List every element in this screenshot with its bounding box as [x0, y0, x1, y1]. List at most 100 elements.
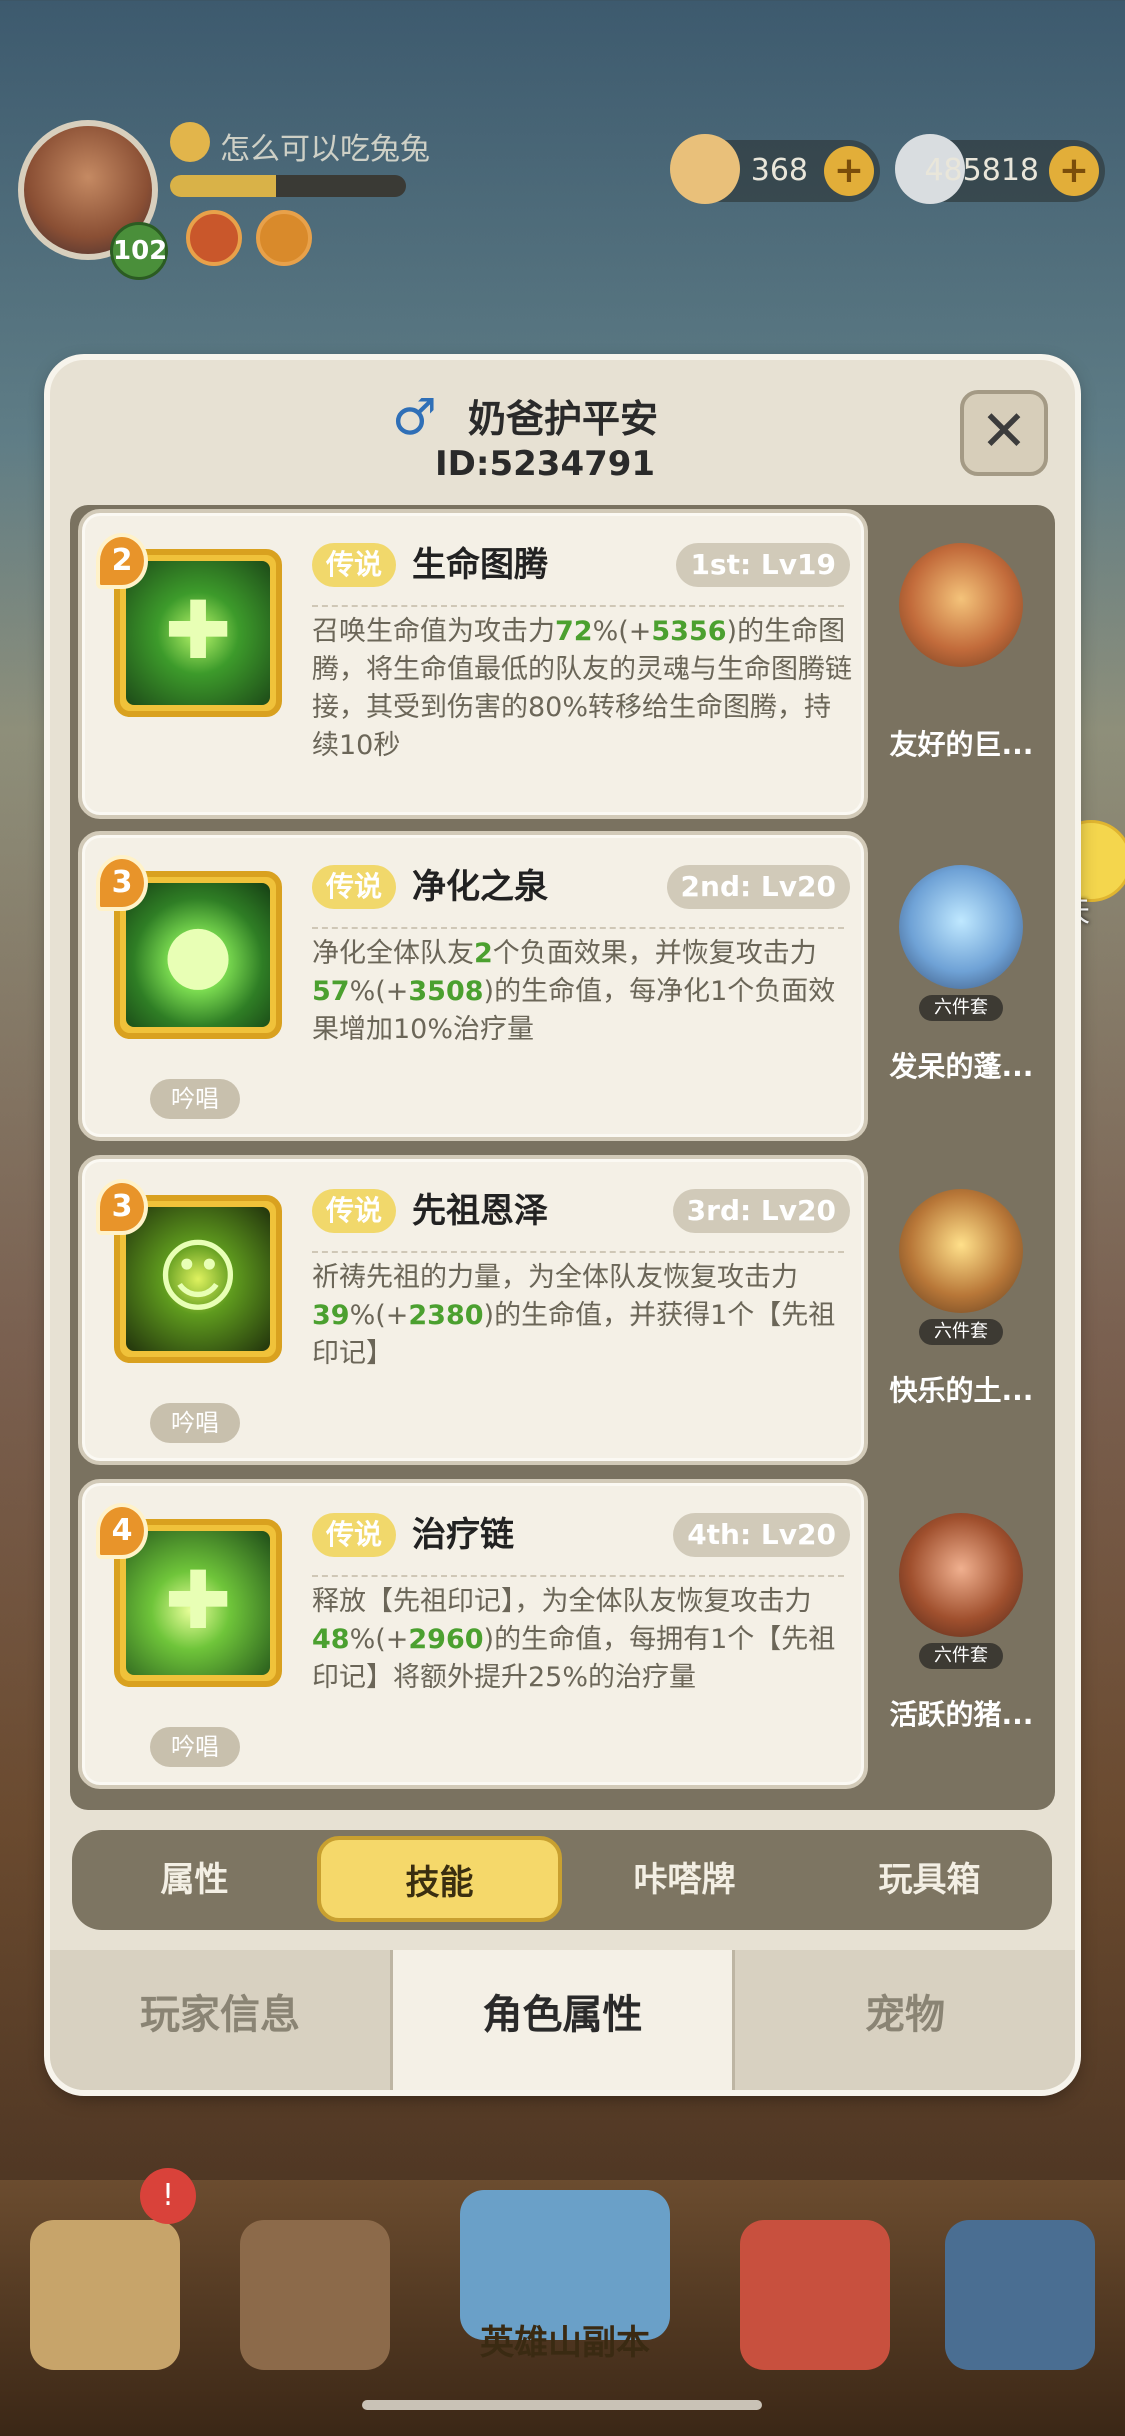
- set-tag: 六件套: [919, 1643, 1003, 1669]
- skill-rank-badge: 4: [96, 1503, 148, 1559]
- rarity-tag: 传说: [312, 1513, 397, 1557]
- sub-tab-bar: 属性 技能 咔嗒牌 玩具箱: [72, 1830, 1052, 1930]
- pet-portrait-icon: [899, 1513, 1023, 1637]
- mood-emoji-icon: [170, 122, 210, 162]
- skill-level: 2nd: Lv20: [666, 865, 850, 909]
- highlight-value: 48: [312, 1624, 350, 1655]
- pet-slot[interactable]: 友好的巨...: [874, 513, 1049, 817]
- highlight-value: 57: [312, 976, 350, 1007]
- skill-row: ✚ 4 吟唱 传说 治疗链 4th: Lv20 释放【先祖印记】，为全体队友恢复…: [70, 1475, 1055, 1795]
- highlight-value: 5356: [651, 616, 727, 647]
- pet-portrait-icon: [899, 543, 1023, 667]
- chant-tag: 吟唱: [150, 1403, 240, 1443]
- set-tag: 六件套: [919, 1319, 1003, 1345]
- pet-name: 友好的巨...: [889, 728, 1034, 761]
- set-tag: 六件套: [919, 995, 1003, 1021]
- bottom-tab-bar: 玩家信息 角色属性 宠物: [50, 1950, 1075, 2090]
- nav-tribe-icon[interactable]: [30, 2220, 180, 2370]
- pet-slot[interactable]: 六件套 发呆的蓬...: [874, 835, 1049, 1139]
- desc-text: %(+: [349, 1624, 409, 1655]
- desc-text: 释放【先祖印记】，为全体队友恢复攻击力: [312, 1586, 812, 1617]
- desc-text: 个负面效果，并恢复攻击力: [492, 938, 817, 969]
- tab-character-attributes[interactable]: 角色属性: [390, 1950, 735, 2090]
- pet-name: 活跃的猪...: [889, 1698, 1034, 1731]
- skill-level: 3rd: Lv20: [672, 1189, 850, 1233]
- skill-level: 1st: Lv19: [676, 543, 850, 587]
- divider: [312, 605, 844, 607]
- skill-description: 召唤生命值为攻击力72%(+5356)的生命图腾，将生命值最低的队友的灵魂与生命…: [312, 613, 852, 765]
- pearl-count: 485818: [924, 153, 1039, 188]
- tab-toybox[interactable]: 玩具箱: [807, 1830, 1052, 1930]
- skill-card[interactable]: ● 3 吟唱 传说 净化之泉 2nd: Lv20 净化全体队友2个负面效果，并恢…: [78, 831, 868, 1141]
- xp-bar-fill: [170, 175, 277, 197]
- tab-cards[interactable]: 咔嗒牌: [562, 1830, 807, 1930]
- divider: [312, 1251, 844, 1253]
- desc-text: %(+: [349, 1300, 409, 1331]
- notification-badge: !: [140, 2168, 196, 2224]
- skill-card[interactable]: ✚ 2 传说 生命图腾 1st: Lv19 召唤生命值为攻击力72%(+5356…: [78, 509, 868, 819]
- skill-row: ● 3 吟唱 传说 净化之泉 2nd: Lv20 净化全体队友2个负面效果，并恢…: [70, 827, 1055, 1147]
- skill-rank-badge: 3: [96, 1179, 148, 1235]
- desc-text: 召唤生命值为攻击力: [312, 616, 555, 647]
- highlight-value: 2380: [408, 1300, 484, 1331]
- close-button[interactable]: ✕: [960, 390, 1048, 476]
- skill-name: 治疗链: [412, 1515, 514, 1555]
- chant-tag: 吟唱: [150, 1727, 240, 1767]
- add-pearl-button[interactable]: +: [1049, 146, 1099, 196]
- nav-hero-icon[interactable]: [240, 2220, 390, 2370]
- life-totem-icon: ✚: [126, 561, 270, 705]
- tab-attributes[interactable]: 属性: [72, 1830, 317, 1930]
- pet-slot[interactable]: 六件套 快乐的土...: [874, 1159, 1049, 1463]
- desc-text: %(+: [349, 976, 409, 1007]
- skill-name: 生命图腾: [412, 545, 548, 585]
- nav-hero-mountain-label: 英雄山副本: [480, 2323, 650, 2363]
- chant-tag: 吟唱: [150, 1079, 240, 1119]
- shell-icon: [670, 134, 740, 204]
- tab-skills[interactable]: 技能: [317, 1836, 562, 1922]
- resource-shell: 368 +: [670, 134, 880, 204]
- pet-slot[interactable]: 六件套 活跃的猪...: [874, 1483, 1049, 1787]
- desc-text: %(+: [592, 616, 652, 647]
- highlight-value: 3508: [408, 976, 484, 1007]
- pet-portrait-icon: [899, 865, 1023, 989]
- buff-icon[interactable]: [256, 210, 312, 266]
- rarity-tag: 传说: [312, 543, 397, 587]
- skill-row: ✚ 2 传说 生命图腾 1st: Lv19 召唤生命值为攻击力72%(+5356…: [70, 505, 1055, 825]
- skill-list[interactable]: ✚ 2 传说 生命图腾 1st: Lv19 召唤生命值为攻击力72%(+5356…: [70, 505, 1055, 1810]
- player-nickname: 怎么可以吃兔兔: [220, 132, 430, 167]
- skill-description: 净化全体队友2个负面效果，并恢复攻击力57%(+3508)的生命值，每净化1个负…: [312, 935, 852, 1049]
- player-id: ID:5234791: [435, 444, 656, 484]
- skill-rank-badge: 2: [96, 533, 148, 589]
- skill-name: 先祖恩泽: [412, 1191, 548, 1231]
- desc-text: 祈祷先祖的力量，为全体队友恢复攻击力: [312, 1262, 798, 1293]
- buff-icon[interactable]: [186, 210, 242, 266]
- tab-player-info[interactable]: 玩家信息: [50, 1950, 390, 2090]
- skill-card[interactable]: ☺ 3 吟唱 传说 先祖恩泽 3rd: Lv20 祈祷先祖的力量，为全体队友恢复…: [78, 1155, 868, 1465]
- highlight-value: 72: [555, 616, 593, 647]
- desc-text: 净化全体队友: [312, 938, 474, 969]
- ancestor-blessing-icon: ☺: [126, 1207, 270, 1351]
- home-indicator[interactable]: [362, 2400, 762, 2410]
- skill-name: 净化之泉: [412, 867, 548, 907]
- tab-pets[interactable]: 宠物: [735, 1950, 1075, 2090]
- divider: [312, 1575, 844, 1577]
- xp-bar: [170, 175, 406, 197]
- highlight-value: 39: [312, 1300, 350, 1331]
- skill-card[interactable]: ✚ 4 吟唱 传说 治疗链 4th: Lv20 释放【先祖印记】，为全体队友恢复…: [78, 1479, 868, 1789]
- skill-description: 祈祷先祖的力量，为全体队友恢复攻击力39%(+2380)的生命值，并获得1个【先…: [312, 1259, 852, 1373]
- nav-pet-icon[interactable]: [740, 2220, 890, 2370]
- add-shell-button[interactable]: +: [824, 146, 874, 196]
- rarity-tag: 传说: [312, 865, 397, 909]
- pet-name: 快乐的土...: [889, 1374, 1034, 1407]
- skill-rank-badge: 3: [96, 855, 148, 911]
- male-gender-icon: ♂: [392, 388, 437, 446]
- pet-name: 发呆的蓬...: [889, 1050, 1034, 1083]
- divider: [312, 927, 844, 929]
- purify-spring-icon: ●: [126, 883, 270, 1027]
- skill-description: 释放【先祖印记】，为全体队友恢复攻击力48%(+2960)的生命值，每拥有1个【…: [312, 1583, 852, 1697]
- rarity-tag: 传说: [312, 1189, 397, 1233]
- player-name: 奶爸护平安: [468, 397, 659, 441]
- player-profile-panel: ♂ 奶爸护平安 ID:5234791 ✕ ✚ 2 传说 生命图腾 1st: Lv…: [50, 360, 1075, 2090]
- resource-pearl: 485818 +: [895, 134, 1105, 204]
- nav-shop-icon[interactable]: [945, 2220, 1095, 2370]
